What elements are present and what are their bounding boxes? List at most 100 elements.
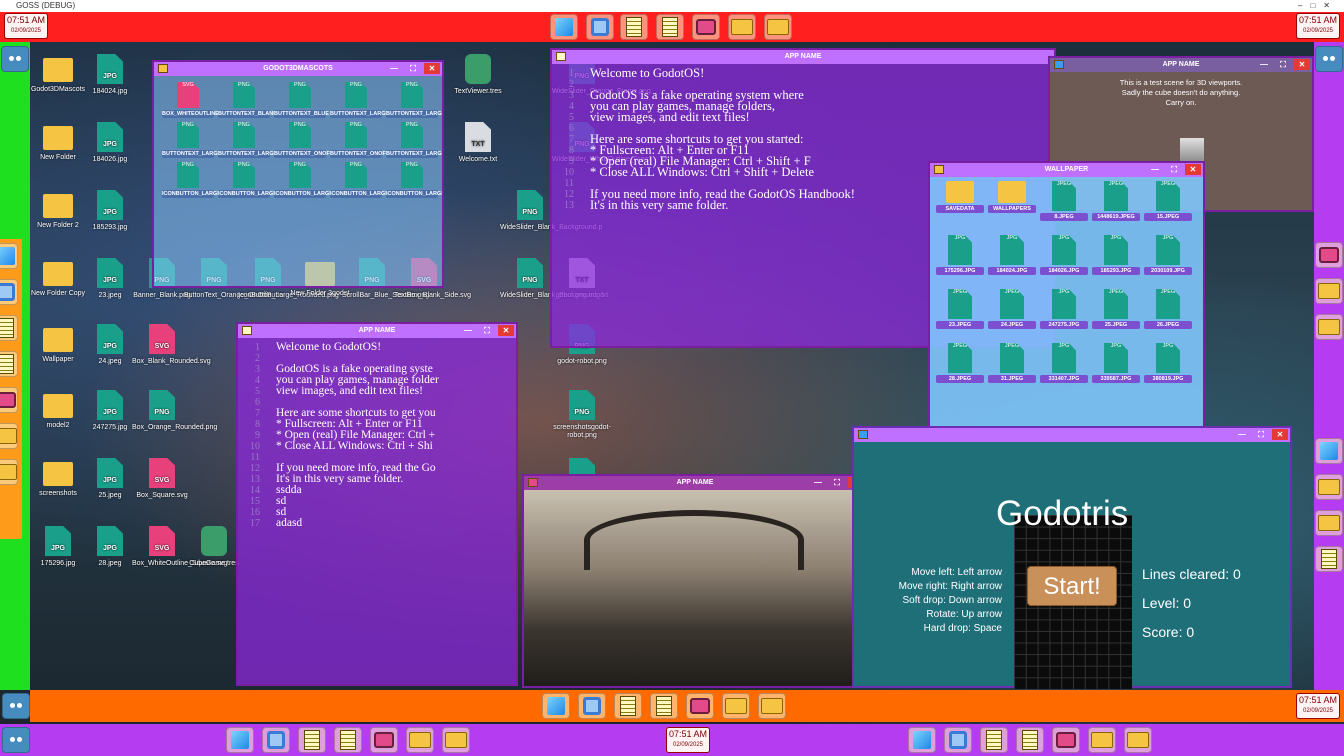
- start-menu-button-right[interactable]: [1315, 46, 1343, 72]
- start-menu-button-2[interactable]: [2, 727, 30, 753]
- file-item[interactable]: PNG BUTTONTEXT_ONOFFBUTTON: [330, 122, 412, 158]
- window-controls[interactable]: –□✕: [1298, 0, 1338, 12]
- cube-game-button[interactable]: [550, 14, 578, 40]
- close-button[interactable]: ✕: [498, 325, 514, 336]
- desktop-icon[interactable]: New Folder 2: [28, 190, 88, 230]
- cube-game-button-bottom[interactable]: [542, 693, 570, 719]
- minimize-button[interactable]: —: [1147, 164, 1163, 175]
- camera-button-bottom[interactable]: [686, 693, 714, 719]
- desktop-icon[interactable]: PNG screenshotsgodot-robot.png: [552, 390, 612, 440]
- notes-button-b3-2[interactable]: [1016, 727, 1044, 753]
- desktop-icon[interactable]: New Folder Copy: [28, 258, 88, 298]
- puzzle-button-b2[interactable]: [262, 727, 290, 753]
- notes-button-b3[interactable]: [980, 727, 1008, 753]
- file-item[interactable]: JPG 185293.JPG: [1092, 235, 1140, 275]
- mascots-folder-window[interactable]: GODOT3DMASCOTS — ⛶ ✕ SVG BOX_WHITEOUTLINE_RO…: [152, 60, 444, 288]
- desktop-icon[interactable]: model2: [28, 390, 88, 430]
- clock-b2[interactable]: 07:51 AM 02/09/2025: [666, 727, 710, 753]
- notes-button-left-2[interactable]: [0, 351, 18, 377]
- folder-button-left-2[interactable]: [0, 459, 18, 485]
- maximize-button[interactable]: ⛶: [829, 477, 845, 488]
- file-item[interactable]: SAVEDATA: [936, 181, 984, 221]
- desktop-icon[interactable]: JPG 23.jpeg: [80, 258, 140, 300]
- close-button[interactable]: ✕: [1294, 59, 1310, 70]
- window-titlebar[interactable]: — ⛶ ✕: [854, 428, 1290, 442]
- file-item[interactable]: PNG ICONBUTTON_LARGE_GREYOUT2: [386, 162, 442, 198]
- puzzle-app-button[interactable]: [586, 14, 614, 40]
- folder-button-1[interactable]: [728, 14, 756, 40]
- desktop-icon[interactable]: PNG Box_Orange_Rounded.png: [132, 390, 217, 432]
- desktop-icon[interactable]: Godot3DMascots: [28, 54, 88, 94]
- file-item[interactable]: PNG BUTTONTEXT_BLUE_ONOFF: [274, 82, 351, 118]
- notes-button-b2-2[interactable]: [334, 727, 362, 753]
- file-item[interactable]: JPG 339587.JPG: [1092, 343, 1140, 383]
- wallpaper-folder-window[interactable]: WALLPAPER — ⛶ ✕ SAVEDATA WALLPAPERS JPEG 8.JPE…: [928, 161, 1205, 467]
- file-item[interactable]: PNG BUTTONTEXT_ONOFFBACKGROUND: [274, 122, 374, 158]
- file-item[interactable]: PNG BUTTONTEXT_LARGE_BLUE: [386, 82, 442, 118]
- puzzle-button-bottom[interactable]: [578, 693, 606, 719]
- file-item[interactable]: JPG 247275.JPG: [1040, 289, 1088, 329]
- desktop-icon[interactable]: JPG 175296.jpg: [28, 526, 88, 568]
- notes-button-right[interactable]: [1315, 546, 1343, 572]
- file-item[interactable]: JPG 331407.JPG: [1040, 343, 1088, 383]
- camera-button-b3[interactable]: [1052, 727, 1080, 753]
- window-titlebar[interactable]: WALLPAPER — ⛶ ✕: [930, 163, 1203, 177]
- camera-button-b2[interactable]: [370, 727, 398, 753]
- folder-button-right-4[interactable]: [1315, 510, 1343, 536]
- notes-button-bottom-2[interactable]: [650, 693, 678, 719]
- file-item[interactable]: JPEG 24.JPEG: [988, 289, 1036, 329]
- file-item[interactable]: JPEG 28.JPEG: [936, 343, 984, 383]
- desktop-icon[interactable]: TextViewer.tres: [448, 54, 508, 96]
- folder-button-bottom[interactable]: [722, 693, 750, 719]
- folder-button-bottom-2[interactable]: [758, 693, 786, 719]
- maximize-button[interactable]: ⛶: [1275, 59, 1291, 70]
- window-titlebar[interactable]: APP NAME—⛶✕: [524, 476, 866, 490]
- maximize-button[interactable]: ⛶: [1166, 164, 1182, 175]
- desktop-icon[interactable]: SVG Box_Blank_Rounded.svg: [132, 324, 211, 366]
- file-item[interactable]: PNG BUTTONTEXT_LARGE_TEXTFIELD: [386, 122, 442, 158]
- file-item[interactable]: JPEG 31.JPEG: [988, 343, 1036, 383]
- file-item[interactable]: JPG 184026.JPG: [1040, 235, 1088, 275]
- file-item[interactable]: SVG BOX_WHITEOUTLINE_ROUNDED: [162, 82, 250, 118]
- maximize-button[interactable]: ⛶: [405, 63, 421, 74]
- desktop-icon[interactable]: JPG 28.jpeg: [80, 526, 140, 568]
- minimize-button[interactable]: —: [386, 63, 402, 74]
- notes-button-1[interactable]: [620, 14, 648, 40]
- file-item[interactable]: JPG 380819.JPG: [1144, 343, 1192, 383]
- folder-button-b2[interactable]: [406, 727, 434, 753]
- desktop-icon[interactable]: SVG Box_WhiteOutline_Square.svg: [132, 526, 227, 568]
- desktop-icon[interactable]: CubeGame.tres: [184, 526, 244, 568]
- minimize-button[interactable]: —: [810, 477, 826, 488]
- file-item[interactable]: PNG BUTTONTEXT_LARGE_BLANK: [330, 82, 412, 118]
- desktop-icon[interactable]: Wallpaper: [28, 324, 88, 364]
- desktop-icon[interactable]: JPG 247275.jpg: [80, 390, 140, 432]
- clock-bottom[interactable]: 07:51 AM 02/09/2025: [1296, 693, 1340, 719]
- puzzle-button-left[interactable]: [0, 279, 18, 305]
- file-item[interactable]: PNG BUTTONTEXT_LARGE_SQUARE: [218, 122, 304, 158]
- camera-button-right[interactable]: [1315, 242, 1343, 268]
- file-item[interactable]: PNG BUTTONTEXT_LARGE_GREYOUT: [162, 122, 251, 158]
- notes-button-bottom[interactable]: [614, 693, 642, 719]
- clock[interactable]: 07:51 AM 02/09/2025: [4, 13, 48, 39]
- text-editor[interactable]: Welcome to GodotOS! GodotOS is a fake op…: [238, 338, 516, 529]
- clock-right[interactable]: 07:51 AM 02/09/2025: [1296, 13, 1340, 39]
- desktop-icon[interactable]: TXT Welcome.txt: [448, 122, 508, 164]
- start-menu-button-bottom[interactable]: [2, 693, 30, 719]
- file-item[interactable]: JPEG 1448619.JPEG: [1092, 181, 1140, 221]
- folder-button-right-3[interactable]: [1315, 474, 1343, 500]
- desktop-icon[interactable]: JPG 184024.jpg: [80, 54, 140, 96]
- folder-button-b3[interactable]: [1088, 727, 1116, 753]
- window-titlebar[interactable]: GODOT3DMASCOTS — ⛶ ✕: [154, 62, 442, 76]
- close-button[interactable]: ✕: [424, 63, 440, 74]
- desktop-icon[interactable]: screenshots: [28, 458, 88, 498]
- folder-button-left[interactable]: [0, 423, 18, 449]
- folder-button-right-2[interactable]: [1315, 314, 1343, 340]
- camera-button[interactable]: [692, 14, 720, 40]
- folder-button-b2-2[interactable]: [442, 727, 470, 753]
- window-titlebar[interactable]: APP NAME—⛶✕: [1050, 58, 1312, 72]
- text-editor-window-2[interactable]: APP NAME — ⛶ ✕ Welcome to GodotOS! GodotOS …: [236, 322, 518, 686]
- maximize-button[interactable]: ⛶: [479, 325, 495, 336]
- window-titlebar[interactable]: APP NAME—⛶✕: [238, 324, 516, 338]
- notes-button-b2[interactable]: [298, 727, 326, 753]
- file-item[interactable]: JPG 184024.JPG: [988, 235, 1036, 275]
